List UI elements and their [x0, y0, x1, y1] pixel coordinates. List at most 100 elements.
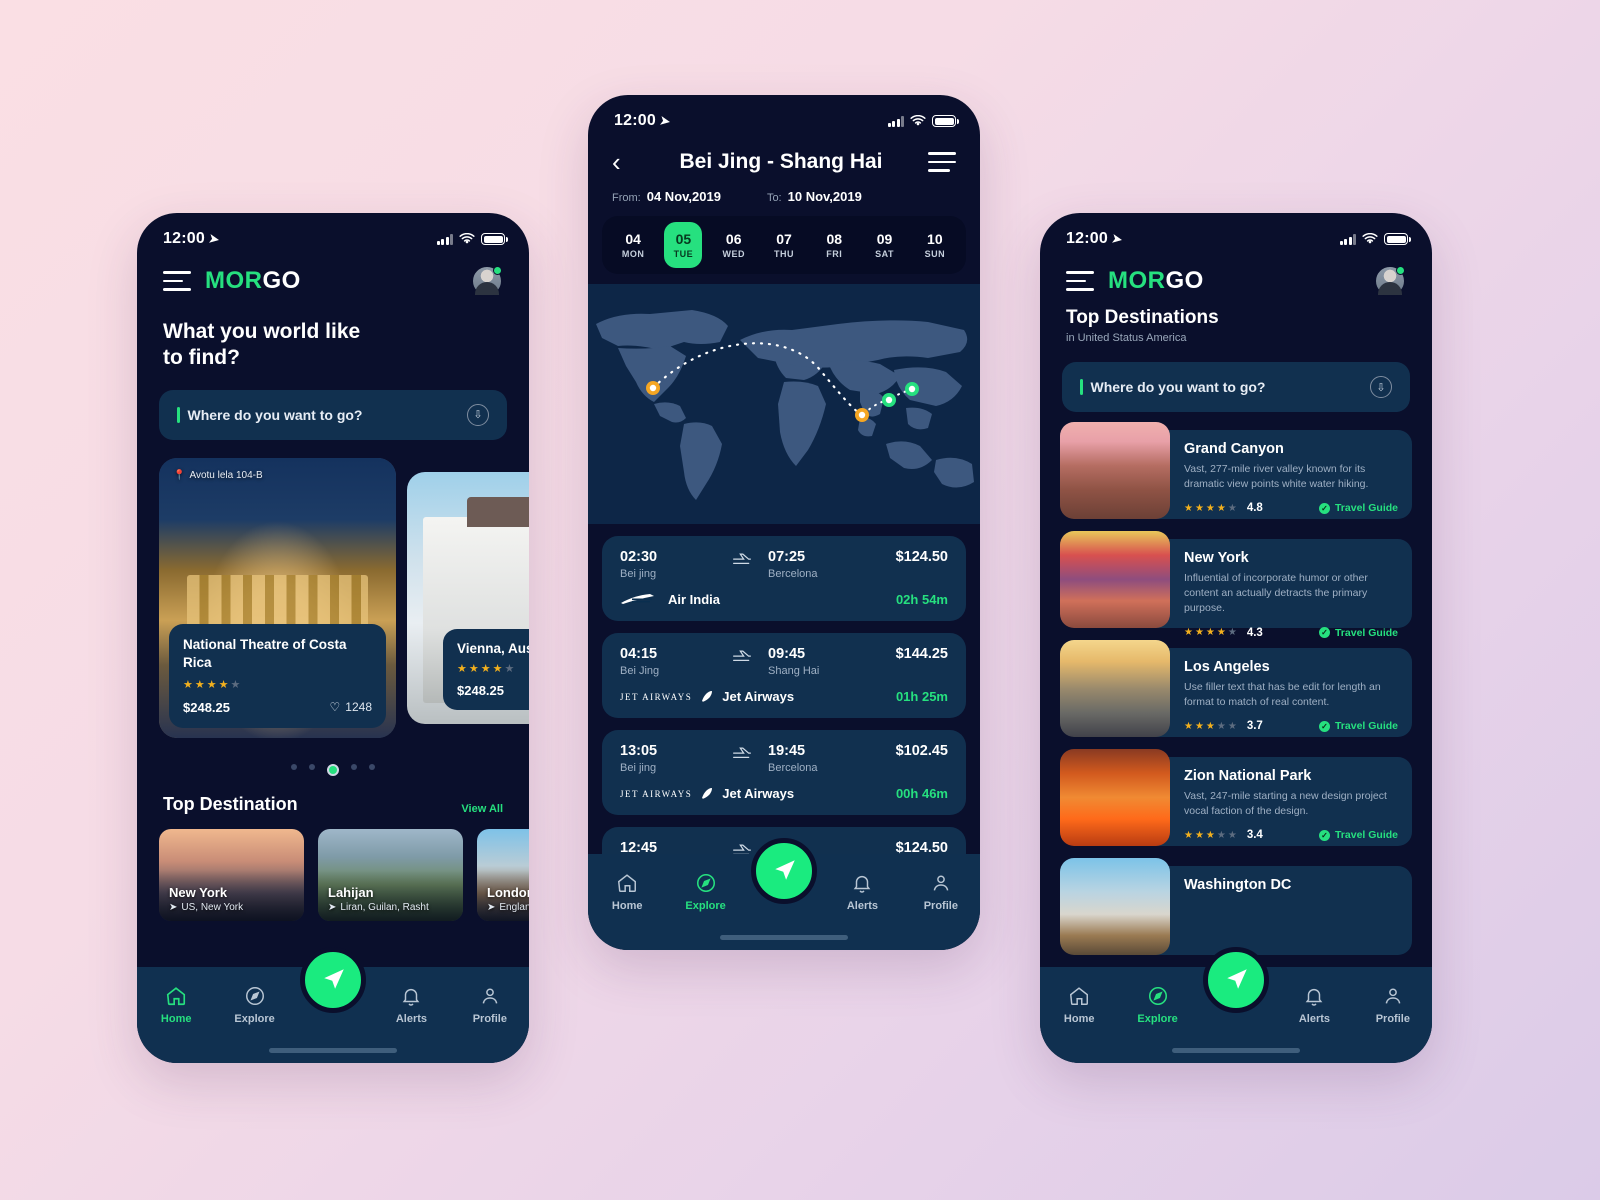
mic-download-icon[interactable]: ⇩: [1370, 376, 1392, 398]
flight-price: $144.25: [895, 646, 948, 662]
status-bar: 12:00 ➤: [137, 213, 529, 251]
navigate-fab-button[interactable]: [1203, 947, 1269, 1013]
date-weekday: THU: [773, 249, 794, 259]
tab-profile[interactable]: Profile: [451, 985, 529, 1025]
chevron-left-icon[interactable]: ‹: [612, 149, 634, 175]
date-chip-10[interactable]: 10 SUN: [916, 222, 954, 268]
tab-alerts[interactable]: Alerts: [823, 872, 901, 912]
date-chip-05-selected[interactable]: 05 TUE: [664, 222, 703, 268]
date-chip-04[interactable]: 04 MON: [614, 222, 652, 268]
tab-home[interactable]: Home: [137, 985, 215, 1025]
tab-profile[interactable]: Profile: [1354, 985, 1432, 1025]
carousel-pagination[interactable]: [137, 763, 529, 776]
flight-card[interactable]: 02:30 Bei jing 07:25 Bercelona $124.50 Air…: [602, 536, 966, 621]
flight-card[interactable]: 04:15 Bei Jing 09:45 Shang Hai $144.25 JET…: [602, 633, 966, 718]
carousel-card-next[interactable]: Vienna, Austria ★★★★★ $248.25: [407, 471, 529, 724]
tab-explore[interactable]: Explore: [666, 872, 744, 912]
avatar[interactable]: [1374, 265, 1406, 297]
hamburger-menu-button[interactable]: [1066, 271, 1094, 291]
home-icon: [618, 874, 637, 892]
date-picker-strip[interactable]: 04 MON 05 TUE 06 WED 07 THU 08 FRI 09 SAT 10 SU…: [602, 216, 966, 274]
featured-title: National Theatre of Costa Rica: [183, 637, 347, 670]
destination-card-london[interactable]: London ➤England, Lo: [477, 828, 529, 921]
from-value[interactable]: 04 Nov,2019: [647, 189, 721, 204]
logo-prefix: MOR: [205, 267, 263, 294]
date-weekday: SUN: [924, 249, 946, 259]
text-caret: [1080, 379, 1083, 395]
tab-explore[interactable]: Explore: [1118, 985, 1196, 1025]
check-circle-icon: ✓: [1318, 502, 1330, 514]
flight-results-list[interactable]: 02:30 Bei jing 07:25 Bercelona $124.50 Air…: [588, 524, 980, 872]
rating-score: 3.4: [1246, 829, 1263, 842]
list-item[interactable]: Grand Canyon Vast, 277-mile river valley…: [1060, 422, 1412, 519]
destination-name: Washington DC: [1184, 877, 1292, 893]
date-chip-09[interactable]: 09 SAT: [866, 222, 904, 268]
plane-icon: [716, 743, 768, 761]
travel-guide-badge[interactable]: ✓ Travel Guide: [1318, 627, 1398, 639]
destination-thumbnail-row[interactable]: New York ➤ US, New York Lahijan ➤ Liran, G…: [137, 815, 529, 921]
travel-guide-badge[interactable]: ✓ Travel Guide: [1318, 502, 1398, 514]
view-all-link[interactable]: View All: [461, 803, 503, 815]
carousel-card-featured[interactable]: 📍 Avotu lela 104-B National Theatre of C…: [159, 457, 396, 738]
destination-card-new-york[interactable]: New York ➤ US, New York: [159, 828, 304, 921]
tab-home[interactable]: Home: [1040, 985, 1118, 1025]
avatar[interactable]: [471, 265, 503, 297]
plane-icon: [716, 549, 768, 567]
search-input[interactable]: Where do you want to go? ⇩: [1062, 362, 1410, 412]
signal-icon: [1339, 233, 1356, 245]
hamburger-menu-button[interactable]: [163, 271, 191, 291]
list-item-partial[interactable]: Washington DC: [1060, 858, 1412, 955]
navigation-arrow-icon: [775, 860, 795, 880]
to-value[interactable]: 10 Nov,2019: [788, 189, 862, 204]
date-chip-07[interactable]: 07 THU: [765, 222, 803, 268]
navigation-arrow-icon: [324, 969, 344, 989]
bell-icon: [854, 875, 871, 893]
tab-label: Alerts: [846, 900, 879, 912]
arrive-time: 19:45: [768, 743, 806, 759]
tab-explore[interactable]: Explore: [215, 985, 293, 1025]
screen-header: ‹ Bei Jing - Shang Hai: [588, 133, 980, 175]
app-logo: MORGO: [1108, 267, 1204, 295]
online-status-dot: [493, 266, 502, 275]
like-count-text: 1248: [345, 700, 372, 714]
featured-carousel[interactable]: Vienna, Austria ★★★★★ $248.25 📍 Avotu le…: [137, 457, 529, 758]
tab-home[interactable]: Home: [588, 872, 666, 912]
destination-name: London: [487, 884, 529, 900]
tab-profile[interactable]: Profile: [902, 872, 980, 912]
list-item[interactable]: Zion National Park Vast, 247-mile starti…: [1060, 749, 1412, 846]
carousel-dot[interactable]: [291, 763, 297, 770]
flight-card[interactable]: 13:05 Bei jing 19:45 Bercelona $102.45 JET…: [602, 730, 966, 815]
airline-logo-glyph: [702, 691, 713, 702]
featured-info-panel: National Theatre of Costa Rica ★★★★★ $24…: [169, 624, 386, 728]
airline-name: Air India: [668, 592, 721, 607]
destination-card-lahijan[interactable]: Lahijan ➤ Liran, Guilan, Rasht: [318, 828, 463, 921]
list-item[interactable]: New York Influential of incorporate humo…: [1060, 531, 1412, 639]
date-day: 04: [625, 231, 641, 247]
carousel-dot-active[interactable]: [327, 763, 339, 776]
destination-list[interactable]: Grand Canyon Vast, 277-mile river valley…: [1040, 412, 1432, 955]
like-count[interactable]: ♡ 1248: [330, 700, 372, 714]
travel-guide-badge[interactable]: ✓ Travel Guide: [1318, 829, 1398, 841]
list-item[interactable]: Los Angeles Use filler text that has be …: [1060, 640, 1412, 737]
rating-stars: ★★★★★: [1184, 502, 1239, 514]
hamburger-menu-button[interactable]: [928, 152, 956, 172]
rating-stars: ★★★★★: [457, 662, 517, 675]
search-input[interactable]: Where do you want to go? ⇩: [159, 389, 507, 440]
carousel-dot[interactable]: [351, 763, 357, 770]
home-icon: [1070, 987, 1089, 1005]
battery-icon: [481, 233, 508, 245]
carousel-dot[interactable]: [309, 763, 315, 770]
date-chip-06[interactable]: 06 WED: [715, 222, 753, 268]
mic-download-icon[interactable]: ⇩: [467, 403, 489, 426]
travel-guide-badge[interactable]: ✓ Travel Guide: [1318, 720, 1398, 732]
world-map[interactable]: [588, 284, 980, 524]
navigate-fab-button[interactable]: [300, 947, 366, 1013]
logo-suffix: GO: [1165, 267, 1204, 294]
carousel-dot[interactable]: [369, 763, 375, 770]
rating-stars: ★★★★★: [1184, 720, 1239, 732]
depart-time: 13:05: [620, 743, 658, 759]
tab-alerts[interactable]: Alerts: [1275, 985, 1353, 1025]
date-chip-08[interactable]: 08 FRI: [815, 222, 853, 268]
tab-alerts[interactable]: Alerts: [372, 985, 450, 1025]
navigate-fab-button[interactable]: [751, 838, 817, 904]
